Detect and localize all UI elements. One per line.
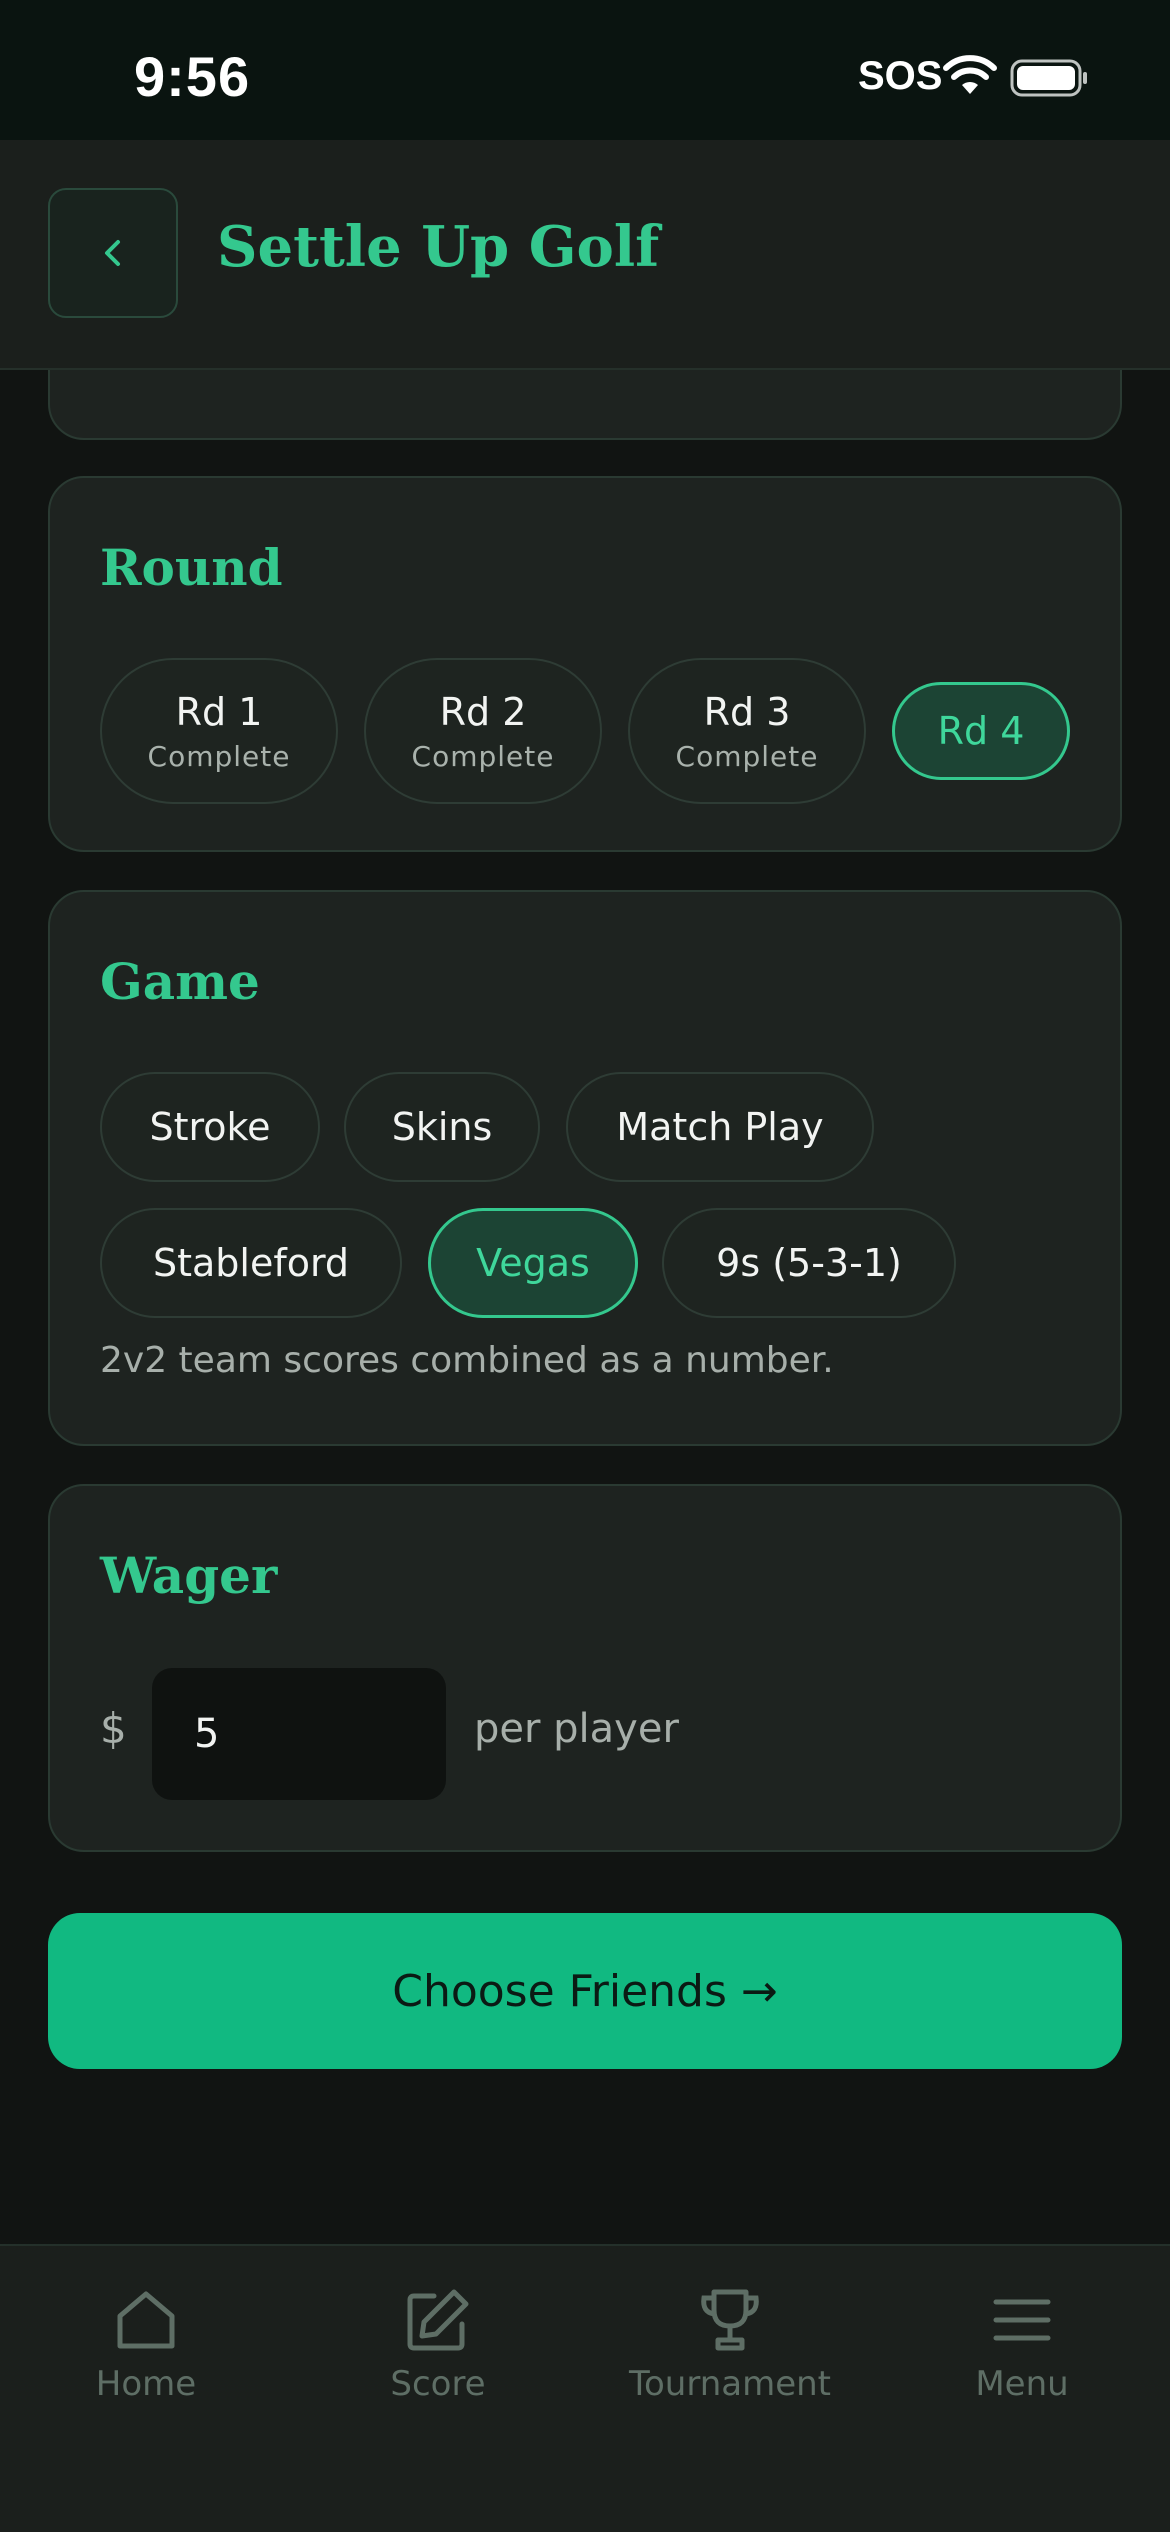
page-title: Settle Up Golf (217, 214, 660, 280)
edit-icon (407, 2289, 469, 2351)
game-option-label: Stroke (149, 1105, 271, 1149)
game-description: 2v2 team scores combined as a number. (100, 1340, 834, 1381)
game-option-stroke[interactable]: Stroke (100, 1072, 320, 1182)
round-option-status: Complete (147, 739, 291, 773)
game-option-skins[interactable]: Skins (344, 1072, 540, 1182)
trophy-icon (701, 2289, 759, 2351)
wager-title: Wager (100, 1546, 278, 1605)
round-option-label: Rd 1 (175, 689, 263, 734)
wager-suffix: per player (474, 1706, 679, 1752)
tab-menu[interactable]: Menu (876, 2286, 1168, 2436)
back-button[interactable] (48, 188, 178, 318)
tab-bar: Home Score Tournament Menu (0, 2244, 1170, 2532)
round-card: Round Rd 1 Complete Rd 2 Complete Rd 3 C… (48, 476, 1122, 852)
status-bar: 9:56 SOS (0, 0, 1170, 140)
menu-icon (993, 2299, 1051, 2341)
tab-label: Menu (975, 2364, 1069, 2404)
round-option-label: Rd 3 (703, 689, 791, 734)
tab-label: Tournament (628, 2364, 832, 2404)
game-option-label: Match Play (616, 1105, 824, 1149)
game-option-label: 9s (5-3-1) (716, 1241, 902, 1285)
tab-home[interactable]: Home (0, 2286, 292, 2436)
game-card: Game Stroke Skins Match Play Stableford … (48, 890, 1122, 1446)
game-option-label: Vegas (476, 1241, 590, 1285)
chevron-left-icon (105, 240, 120, 266)
tab-tournament[interactable]: Tournament (584, 2286, 876, 2436)
game-option-match-play[interactable]: Match Play (566, 1072, 874, 1182)
round-option-label: Rd 2 (439, 689, 527, 734)
game-option-label: Stableford (152, 1241, 350, 1285)
game-option-vegas[interactable]: Vegas (428, 1208, 638, 1318)
game-title: Game (100, 952, 260, 1011)
round-option-3[interactable]: Rd 3 Complete (628, 658, 866, 804)
tab-label: Score (390, 2364, 486, 2404)
home-icon (117, 2291, 175, 2349)
game-option-nines[interactable]: 9s (5-3-1) (662, 1208, 956, 1318)
status-time: 9:56 (134, 45, 251, 108)
battery-icon (1010, 59, 1087, 97)
currency-symbol: $ (100, 1704, 127, 1753)
round-option-4[interactable]: Rd 4 (892, 682, 1070, 780)
game-option-label: Skins (391, 1105, 493, 1149)
round-title: Round (100, 538, 283, 597)
wager-amount-input[interactable] (152, 1668, 446, 1800)
wifi-icon (943, 55, 997, 94)
round-option-status: Complete (411, 739, 555, 773)
round-option-status: Complete (675, 739, 819, 773)
status-carrier: SOS (858, 54, 943, 98)
tab-score[interactable]: Score (292, 2286, 584, 2436)
round-option-label: Rd 4 (937, 709, 1025, 753)
wager-card: Wager $ per player (48, 1484, 1122, 1852)
game-option-stableford[interactable]: Stableford (100, 1208, 402, 1318)
choose-friends-button[interactable]: Choose Friends → (48, 1913, 1122, 2069)
tab-label: Home (95, 2364, 197, 2404)
round-option-2[interactable]: Rd 2 Complete (364, 658, 602, 804)
round-option-1[interactable]: Rd 1 Complete (100, 658, 338, 804)
